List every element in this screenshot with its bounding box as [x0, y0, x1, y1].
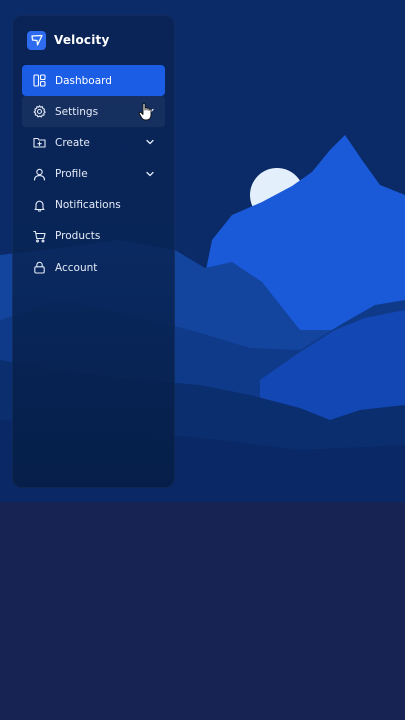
sidebar-item-create[interactable]: Create [22, 127, 165, 158]
sidebar-item-dashboard[interactable]: Dashboard [22, 65, 165, 96]
sidebar-item-account[interactable]: Account [22, 252, 165, 283]
sidebar-item-label: Settings [55, 105, 99, 118]
bell-icon [32, 198, 46, 212]
sidebar-nav: Dashboard Settings Create Profile Notifi… [22, 65, 165, 283]
hand-cursor-icon [138, 103, 152, 121]
sidebar-item-label: Dashboard [55, 74, 112, 87]
layout-icon [32, 74, 46, 88]
sidebar: Velocity Dashboard Settings Create Profi… [12, 15, 175, 488]
gear-icon [32, 105, 46, 119]
sidebar-item-label: Account [55, 261, 98, 274]
lower-panel [0, 502, 405, 720]
sidebar-item-products[interactable]: Products [22, 221, 165, 252]
lock-icon [32, 261, 46, 275]
app-name: Velocity [54, 33, 110, 47]
velocity-logo-icon [27, 30, 46, 50]
folder-plus-icon [32, 136, 46, 150]
brand[interactable]: Velocity [27, 29, 110, 51]
chevron-down-icon[interactable] [145, 169, 155, 179]
sidebar-item-settings[interactable]: Settings [22, 96, 165, 128]
sidebar-item-label: Create [55, 136, 90, 149]
sidebar-item-label: Notifications [55, 199, 121, 212]
app-screen: Velocity Dashboard Settings Create Profi… [0, 0, 405, 720]
sidebar-item-label: Profile [55, 168, 88, 181]
sidebar-item-notifications[interactable]: Notifications [22, 190, 165, 221]
sidebar-item-label: Products [55, 230, 101, 243]
cart-icon [32, 229, 46, 243]
user-icon [32, 167, 46, 181]
chevron-down-icon[interactable] [145, 137, 155, 147]
sidebar-item-profile[interactable]: Profile [22, 159, 165, 190]
